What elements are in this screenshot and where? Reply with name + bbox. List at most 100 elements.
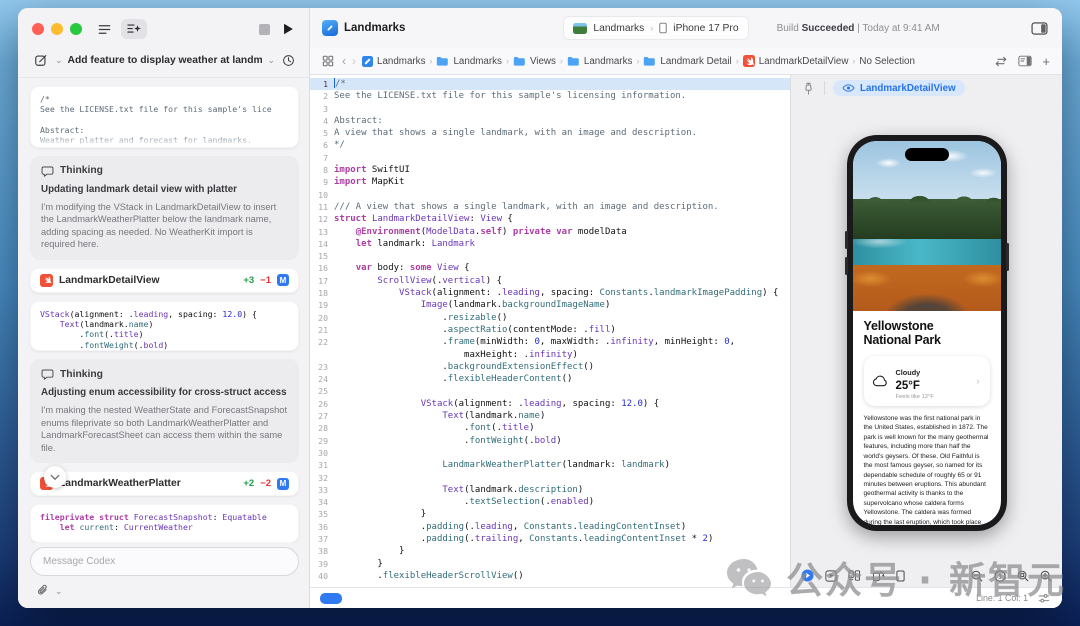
code-line[interactable]: 2 See the LICENSE.txt file for this sampl… — [310, 90, 790, 102]
back-icon[interactable]: ‹ — [342, 55, 346, 67]
session-chevron-icon[interactable]: ⌄ — [267, 55, 275, 66]
line-number[interactable]: 24 — [310, 373, 334, 385]
scroll-to-bottom-button[interactable] — [44, 466, 66, 488]
line-number[interactable]: 8 — [310, 164, 334, 176]
code-line[interactable]: 8 import SwiftUI — [310, 164, 790, 176]
code-line[interactable]: 4 Abstract: — [310, 115, 790, 127]
breadcrumb-item-5[interactable]: Landmark Detail — [643, 56, 732, 67]
code-line[interactable]: 15 — [310, 250, 790, 262]
code-line[interactable]: 23 .backgroundExtensionEffect() — [310, 361, 790, 373]
zoom-window-button[interactable] — [70, 23, 82, 35]
line-number[interactable]: 16 — [310, 262, 334, 274]
code-line[interactable]: 22 .frame(minWidth: 0, maxWidth: .infini… — [310, 336, 790, 348]
line-number[interactable]: 6 — [310, 139, 334, 151]
forward-icon[interactable]: › — [352, 55, 356, 67]
code-line[interactable]: 12 struct LandmarkDetailView: View { — [310, 213, 790, 225]
line-number[interactable]: 39 — [310, 558, 334, 570]
preview-screen[interactable]: Yellowstone National Park Cloudy 25°F Fe… — [852, 141, 1001, 525]
line-number[interactable]: 38 — [310, 545, 334, 557]
device-variants-icon[interactable] — [846, 568, 863, 583]
thinking-card-2[interactable]: Thinking Adjusting enum accessibility fo… — [30, 359, 299, 464]
code-line[interactable]: .font(.title) — [40, 329, 289, 339]
stop-icon[interactable] — [257, 22, 272, 37]
orientation-rotate-icon[interactable] — [870, 568, 887, 583]
code-line[interactable]: 19 Image(landmark.backgroundImageName) — [310, 299, 790, 311]
line-number[interactable]: 9 — [310, 176, 334, 188]
line-number[interactable] — [310, 349, 334, 361]
line-number[interactable]: 10 — [310, 189, 334, 201]
line-number[interactable]: 30 — [310, 447, 334, 459]
line-number[interactable]: 11 — [310, 201, 334, 213]
code-line[interactable]: 28 .font(.title) — [310, 422, 790, 434]
file-change-card-landmarkdetailview[interactable]: LandmarkDetailView +3 −1 M — [30, 267, 299, 293]
code-line[interactable]: .fontWeight(.bold) — [40, 340, 289, 350]
code-line[interactable]: 16 var body: some View { — [310, 262, 790, 274]
code-line[interactable]: See the LICENSE.txt file for this sample… — [40, 104, 289, 114]
code-line[interactable]: 31 LandmarkWeatherPlatter(landmark: land… — [310, 459, 790, 471]
thinking-card-1[interactable]: Thinking Updating landmark detail view w… — [30, 155, 299, 260]
line-number[interactable]: 23 — [310, 361, 334, 373]
editor-options-icon[interactable] — [1016, 53, 1034, 69]
scheme-selector[interactable]: Landmarks › iPhone 17 Pro — [563, 16, 749, 40]
code-line[interactable]: 11/// A view that shows a single landmar… — [310, 201, 790, 213]
code-line[interactable]: 14 let landmark: Landmark — [310, 238, 790, 250]
line-number[interactable]: 12 — [310, 213, 334, 225]
code-line[interactable]: 3 — [310, 103, 790, 115]
line-number[interactable]: 37 — [310, 533, 334, 545]
code-line[interactable]: 7 — [310, 152, 790, 164]
run-play-icon[interactable] — [279, 20, 297, 38]
code-line[interactable]: 13 @Environment(ModelData.self) private … — [310, 226, 790, 238]
line-number[interactable]: 31 — [310, 459, 334, 471]
file-change-card-landmarkweatherplatter[interactable]: LandmarkWeatherPlatter +2 −2 M — [30, 471, 299, 497]
selectable-mode-icon[interactable] — [823, 568, 839, 584]
build-status[interactable]: Build Succeeded | Today at 9:41 AM — [759, 23, 1019, 34]
device-settings-icon[interactable] — [894, 568, 907, 584]
breadcrumb-item-4[interactable]: Landmarks — [567, 56, 632, 67]
code-line[interactable]: let current: CurrentWeather — [40, 522, 289, 532]
history-clock-icon[interactable] — [280, 52, 297, 69]
code-line[interactable]: 30 — [310, 447, 790, 459]
code-line[interactable]: 18 VStack(alignment: .leading, spacing: … — [310, 287, 790, 299]
line-number[interactable]: 4 — [310, 115, 334, 127]
code-line[interactable]: 24 .flexibleHeaderContent() — [310, 373, 790, 385]
line-number[interactable]: 5 — [310, 127, 334, 139]
line-number[interactable]: 27 — [310, 410, 334, 422]
zoom-actual-size-icon[interactable]: 1 — [992, 568, 1008, 584]
code-line[interactable]: maxHeight: .infinity) — [310, 349, 790, 361]
line-number[interactable]: 26 — [310, 398, 334, 410]
breadcrumb-item-7[interactable]: No Selection — [859, 56, 915, 67]
code-line[interactable]: 38 } — [310, 545, 790, 557]
zoom-out-icon[interactable] — [969, 568, 985, 584]
code-line[interactable]: 37 .padding(.trailing, Constants.leading… — [310, 533, 790, 545]
live-preview-play-icon[interactable] — [799, 567, 816, 584]
code-line[interactable]: 17 ScrollView(.vertical) { — [310, 275, 790, 287]
code-line[interactable] — [40, 533, 289, 542]
line-number[interactable]: 22 — [310, 336, 334, 348]
line-number[interactable]: 20 — [310, 312, 334, 324]
message-input[interactable] — [30, 547, 299, 576]
code-line[interactable]: 36 .padding(.leading, Constants.leadingC… — [310, 521, 790, 533]
breadcrumb-item-1[interactable]: Landmarks — [362, 55, 425, 67]
code-line[interactable]: Text(landmark.name) — [40, 319, 289, 329]
line-number[interactable]: 28 — [310, 422, 334, 434]
ai-sparkle-tab-icon[interactable] — [121, 19, 147, 39]
preview-view-chip[interactable]: LandmarkDetailView — [833, 80, 965, 96]
license-code-snippet[interactable]: /* See the LICENSE.txt file for this samp… — [30, 86, 299, 148]
code-line[interactable]: 5A view that shows a single landmark, wi… — [310, 127, 790, 139]
code-editor[interactable]: 1/* 2 See the LICENSE.txt file for this sa… — [310, 75, 790, 587]
code-line[interactable]: fileprivate struct ForecastSnapshot: Equ… — [40, 512, 289, 522]
attach-paperclip-icon[interactable] — [34, 582, 52, 600]
code-line[interactable] — [40, 115, 289, 125]
breadcrumb-item-6[interactable]: LandmarkDetailView — [742, 55, 848, 67]
code-line[interactable]: 32 — [310, 472, 790, 484]
pin-icon[interactable] — [801, 80, 816, 97]
close-window-button[interactable] — [32, 23, 44, 35]
line-number[interactable]: 3 — [310, 103, 334, 115]
vstack-code-snippet[interactable]: VStack(alignment: .leading, spacing: 12.… — [30, 300, 299, 351]
line-number[interactable]: 18 — [310, 287, 334, 299]
line-number[interactable]: 25 — [310, 385, 334, 397]
line-number[interactable]: 19 — [310, 299, 334, 311]
code-line[interactable] — [40, 350, 289, 351]
code-line[interactable]: VStack(alignment: .leading, spacing: 12.… — [40, 309, 289, 319]
line-number[interactable]: 21 — [310, 324, 334, 336]
